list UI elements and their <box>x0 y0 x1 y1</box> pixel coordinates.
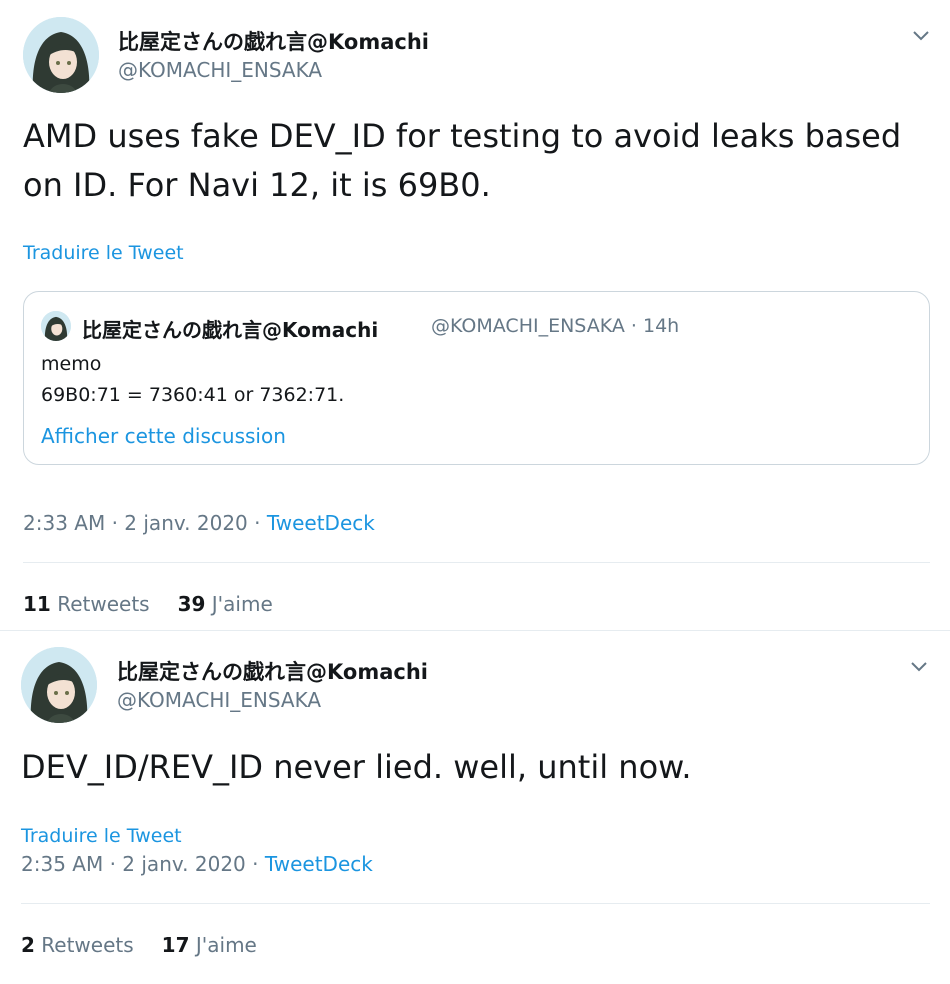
tweet-source-link[interactable]: TweetDeck <box>265 852 373 876</box>
meta-sep: · <box>254 511 261 535</box>
tweet-date[interactable]: 2 janv. 2020 <box>124 511 247 535</box>
retweets-stat[interactable]: 11 Retweets <box>23 592 150 616</box>
tweet-stats: 11 Retweets 39 J'aime <box>23 592 273 616</box>
display-name[interactable]: 比屋定さんの戯れ言@Komachi <box>117 656 428 686</box>
divider <box>21 903 930 904</box>
quoted-display-name: 比屋定さんの戯れ言@Komachi <box>82 318 379 342</box>
retweets-label: Retweets <box>57 592 150 616</box>
avatar[interactable] <box>23 17 99 93</box>
quoted-handle: @KOMACHI_ENSAKA <box>431 315 625 337</box>
tweet-source-link[interactable]: TweetDeck <box>267 511 375 535</box>
likes-count: 17 <box>161 933 190 957</box>
retweets-label: Retweets <box>41 933 134 957</box>
avatar-image <box>21 647 97 723</box>
retweets-count: 11 <box>23 592 51 616</box>
meta-sep: · <box>252 852 259 876</box>
tweet-date[interactable]: 2 janv. 2020 <box>122 852 245 876</box>
tweet-meta: 2:33 AM · 2 janv. 2020 · TweetDeck <box>23 511 375 535</box>
meta-sep: · <box>109 852 116 876</box>
show-thread-link[interactable]: Afficher cette discussion <box>41 424 286 448</box>
retweets-stat[interactable]: 2 Retweets <box>21 933 134 957</box>
chevron-down-icon[interactable] <box>910 24 932 46</box>
tweet-text-line-1: AMD uses fake DEV_ID for testing to avoi… <box>23 117 902 155</box>
quoted-time: 14h <box>642 315 680 337</box>
likes-count: 39 <box>177 592 206 616</box>
quoted-tweet[interactable]: 比屋定さんの戯れ言@Komachi @KOMACHI_ENSAKA · 14h … <box>23 291 930 465</box>
chevron-down-icon[interactable] <box>908 655 930 677</box>
avatar-image <box>23 17 99 93</box>
tweet-1: 比屋定さんの戯れ言@Komachi @KOMACHI_ENSAKA AMD us… <box>0 0 950 630</box>
handle[interactable]: @KOMACHI_ENSAKA <box>118 58 322 82</box>
likes-stat[interactable]: 17 J'aime <box>162 933 257 957</box>
quoted-time-sep: · <box>630 315 637 337</box>
tweet-meta: 2:35 AM · 2 janv. 2020 · TweetDeck <box>21 852 373 876</box>
quoted-avatar[interactable] <box>41 311 71 341</box>
handle[interactable]: @KOMACHI_ENSAKA <box>117 688 321 712</box>
tweet-text-line-2: on ID. For Navi 12, it is 69B0. <box>23 166 491 204</box>
tweet-time[interactable]: 2:33 AM <box>23 511 105 535</box>
likes-label: J'aime <box>211 592 273 616</box>
tweet-time[interactable]: 2:35 AM <box>21 852 103 876</box>
divider <box>23 562 930 563</box>
quoted-text-line-2: 69B0:71 = 7360:41 or 7362:71. <box>41 384 345 406</box>
tweet-stats: 2 Retweets 17 J'aime <box>21 933 257 957</box>
quoted-text-line-1: memo <box>41 353 102 375</box>
translate-link[interactable]: Traduire le Tweet <box>21 825 182 847</box>
likes-label: J'aime <box>195 933 257 957</box>
translate-link[interactable]: Traduire le Tweet <box>23 242 184 264</box>
tweet-2: 比屋定さんの戯れ言@Komachi @KOMACHI_ENSAKA DEV_ID… <box>0 630 950 984</box>
tweet-text-line-1: DEV_ID/REV_ID never lied. well, until no… <box>21 748 692 786</box>
quoted-handle-time: @KOMACHI_ENSAKA · 14h <box>431 315 679 337</box>
display-name[interactable]: 比屋定さんの戯れ言@Komachi <box>118 26 429 56</box>
meta-sep: · <box>111 511 118 535</box>
avatar[interactable] <box>21 647 97 723</box>
retweets-count: 2 <box>21 933 35 957</box>
likes-stat[interactable]: 39 J'aime <box>178 592 273 616</box>
